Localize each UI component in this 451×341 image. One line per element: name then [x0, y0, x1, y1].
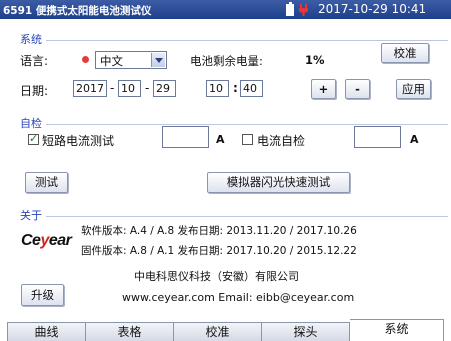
- app-title: 6591 便携式太阳能电池测试仪: [3, 5, 152, 17]
- system-divider: [46, 40, 448, 41]
- date-separator: -: [145, 81, 150, 95]
- increment-button[interactable]: +: [311, 79, 336, 99]
- tab-table[interactable]: 表格: [86, 322, 174, 341]
- firmware-version-line: 固件版本: A.8 / A.1 发布日期: 2017.10.20 / 2015.…: [81, 245, 357, 257]
- simulator-flash-test-button[interactable]: 模拟器闪光快速测试: [207, 172, 350, 193]
- tab-probe[interactable]: 探头: [262, 322, 350, 341]
- company-name: 中电科思仪科技（安徽）有限公司: [134, 270, 299, 283]
- system-section-label: 系统: [20, 33, 42, 46]
- battery-value: 1%: [305, 53, 325, 67]
- software-version-line: 软件版本: A.4 / A.8 发布日期: 2013.11.20 / 2017.…: [81, 225, 357, 237]
- ceyear-logo: Ceyear: [21, 232, 72, 249]
- language-radio-icon: [82, 56, 89, 63]
- language-select[interactable]: 中文: [95, 51, 167, 69]
- about-section-label: 关于: [20, 209, 42, 222]
- year-field[interactable]: 2017: [73, 80, 107, 97]
- day-field[interactable]: 29: [153, 80, 176, 97]
- calibrate-button[interactable]: 校准: [381, 43, 429, 63]
- battery-icon: [286, 2, 294, 16]
- contact-info: www.ceyear.com Email: eibb@ceyear.com: [122, 291, 355, 304]
- language-select-value: 中文: [100, 54, 123, 68]
- date-label: 日期:: [20, 84, 49, 98]
- title-bar: 6591 便携式太阳能电池测试仪 2017-10-29 10:41: [0, 0, 451, 19]
- tab-system[interactable]: 系统: [350, 319, 444, 341]
- language-label: 语言:: [20, 54, 49, 68]
- time-separator: :: [233, 81, 238, 95]
- bottom-tab-bar: 曲线 表格 校准 探头 系统: [0, 319, 451, 341]
- chevron-down-icon[interactable]: [151, 53, 165, 67]
- power-plug-icon: [299, 4, 308, 16]
- about-divider: [46, 216, 448, 217]
- short-circuit-unit: A: [216, 133, 225, 146]
- upgrade-button[interactable]: 升级: [21, 284, 64, 306]
- current-check-label: 电流自检: [257, 134, 306, 148]
- short-circuit-value-field[interactable]: [162, 126, 209, 148]
- short-circuit-label: 短路电流测试: [42, 134, 115, 148]
- date-separator: -: [110, 81, 115, 95]
- hour-field[interactable]: 10: [206, 80, 229, 97]
- month-field[interactable]: 10: [118, 80, 141, 97]
- selfcheck-section-label: 自检: [20, 117, 42, 130]
- apply-button[interactable]: 应用: [396, 79, 431, 99]
- tab-calibrate[interactable]: 校准: [174, 322, 262, 341]
- current-check-unit: A: [410, 133, 419, 146]
- battery-label: 电池剩余电量:: [190, 54, 263, 68]
- datetime-display: 2017-10-29 10:41: [318, 2, 427, 16]
- minute-field[interactable]: 40: [240, 80, 263, 97]
- selfcheck-divider: [46, 124, 448, 125]
- current-check-checkbox[interactable]: [242, 134, 253, 145]
- current-check-value-field[interactable]: [354, 126, 401, 148]
- short-circuit-checkbox[interactable]: [28, 132, 39, 145]
- decrement-button[interactable]: -: [345, 79, 370, 99]
- test-button[interactable]: 测试: [25, 172, 68, 193]
- tab-curve[interactable]: 曲线: [7, 322, 86, 341]
